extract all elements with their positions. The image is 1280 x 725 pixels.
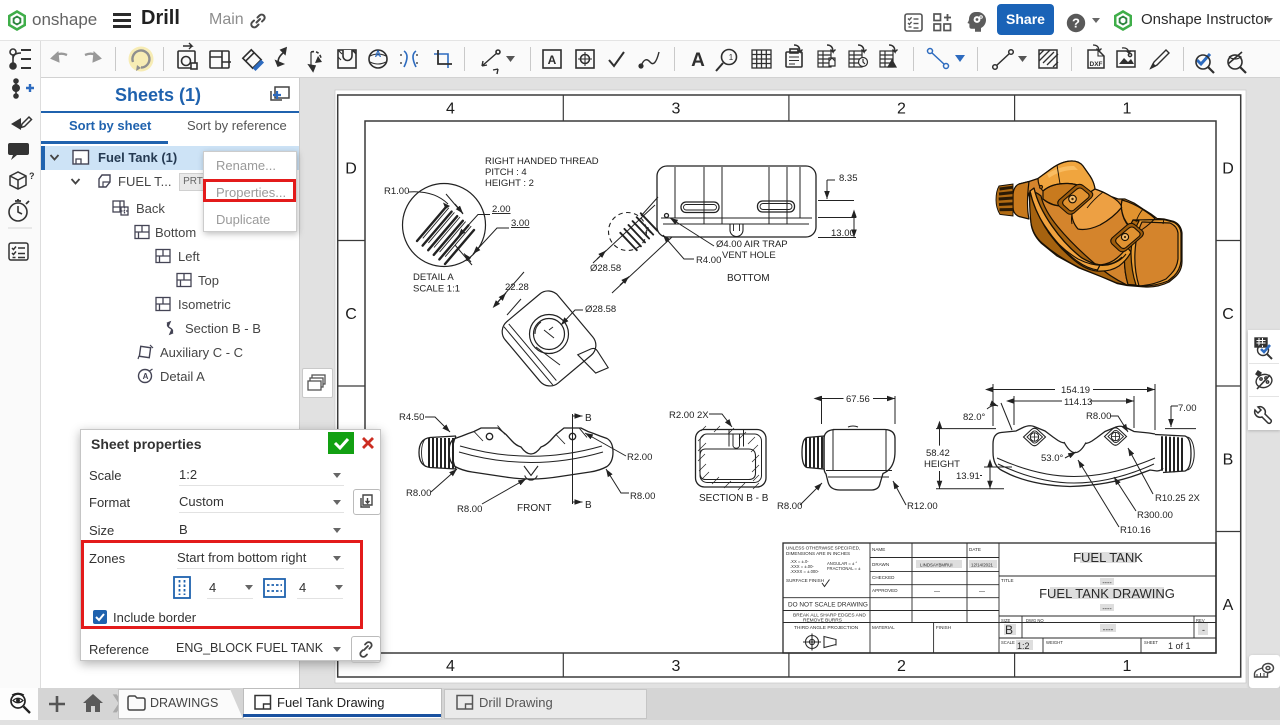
- svg-text:CHECKED: CHECKED: [872, 575, 895, 580]
- svg-text:----: ----: [1102, 606, 1112, 613]
- svg-text:—: —: [934, 589, 940, 595]
- svg-text:FRACTIONAL = ±: FRACTIONAL = ±: [827, 566, 861, 571]
- svg-text:A: A: [1223, 597, 1234, 614]
- svg-text:R2.00 2X: R2.00 2X: [669, 410, 709, 421]
- svg-text:DRAWN: DRAWN: [872, 562, 889, 567]
- svg-text:B: B: [1005, 623, 1013, 637]
- svg-text:8.35: 8.35: [839, 173, 858, 184]
- svg-text:13.00: 13.00: [831, 228, 855, 239]
- svg-text:DIMENSIONS ARE IN INCHES: DIMENSIONS ARE IN INCHES: [786, 551, 850, 556]
- svg-text:2: 2: [897, 658, 906, 675]
- svg-text:PITCH : 4: PITCH : 4: [485, 167, 527, 178]
- svg-text:C: C: [1222, 306, 1234, 323]
- svg-text:----: ----: [1103, 625, 1114, 634]
- svg-text:B: B: [585, 413, 592, 424]
- svg-text:SHEET: SHEET: [1144, 640, 1158, 645]
- svg-text:A: A: [548, 53, 557, 67]
- svg-text:A: A: [375, 49, 382, 59]
- svg-text:TITLE: TITLE: [1001, 578, 1014, 583]
- svg-text:.XXXX = ±.000-: .XXXX = ±.000-: [790, 569, 820, 574]
- svg-text:B: B: [1223, 452, 1234, 469]
- svg-text:APPROVED: APPROVED: [872, 588, 898, 593]
- svg-text:22.28: 22.28: [505, 282, 529, 293]
- svg-text:R8.00: R8.00: [457, 504, 482, 515]
- svg-text:FINISH: FINISH: [936, 625, 951, 630]
- svg-text:B: B: [585, 500, 592, 511]
- svg-text:?: ?: [1072, 16, 1080, 31]
- svg-text:—: —: [979, 589, 985, 595]
- svg-text:Ø28.58: Ø28.58: [590, 263, 621, 274]
- svg-text:4: 4: [446, 658, 455, 675]
- svg-text:R4.00: R4.00: [696, 255, 721, 266]
- svg-text:UNLESS OTHERWISE SPECIFIED,: UNLESS OTHERWISE SPECIFIED,: [786, 546, 860, 551]
- svg-text:R1.00: R1.00: [384, 186, 409, 197]
- svg-text:HEIGHT: HEIGHT: [924, 459, 960, 470]
- svg-text:2.00: 2.00: [492, 204, 511, 215]
- svg-text:67.56: 67.56: [846, 394, 870, 405]
- svg-text:A: A: [645, 225, 651, 235]
- svg-text:R12.00: R12.00: [907, 501, 938, 512]
- svg-text:R10.25 2X: R10.25 2X: [1155, 493, 1201, 504]
- svg-text:A: A: [691, 50, 705, 71]
- svg-text:SCALE: SCALE: [1001, 640, 1015, 645]
- svg-text:SURFACE FINISH: SURFACE FINISH: [786, 578, 824, 583]
- svg-text:R8.00: R8.00: [406, 488, 431, 499]
- svg-text:13.91: 13.91: [956, 471, 980, 482]
- svg-text:R10.16: R10.16: [1120, 525, 1151, 536]
- svg-text:LINDSAYBMRUI: LINDSAYBMRUI: [920, 563, 953, 568]
- svg-text:Ø4.00 AIR TRAP: Ø4.00 AIR TRAP: [716, 239, 788, 250]
- svg-text:RIGHT HANDED THREAD: RIGHT HANDED THREAD: [485, 156, 599, 167]
- svg-text:7.00: 7.00: [1178, 403, 1197, 414]
- svg-text:DETAIL A: DETAIL A: [413, 272, 454, 283]
- svg-text:3: 3: [672, 101, 681, 118]
- svg-text:82.0°: 82.0°: [963, 412, 985, 423]
- svg-text:SCALE 1:1: SCALE 1:1: [413, 284, 460, 295]
- svg-text:DXF: DXF: [1090, 61, 1103, 68]
- svg-text:2: 2: [897, 101, 906, 118]
- svg-text:FUEL TANK: FUEL TANK: [1073, 550, 1143, 565]
- svg-text:A: A: [143, 372, 149, 381]
- svg-text:R8.00: R8.00: [1086, 411, 1111, 422]
- svg-text:REMOVE BURRS: REMOVE BURRS: [803, 618, 842, 624]
- svg-text:1: 1: [1123, 658, 1132, 675]
- svg-text:FUEL TANK DRAWING: FUEL TANK DRAWING: [1039, 586, 1175, 601]
- svg-text:154.19: 154.19: [1061, 385, 1090, 396]
- svg-text:53.0°: 53.0°: [1041, 453, 1063, 464]
- svg-text:MATERIAL: MATERIAL: [872, 625, 895, 630]
- svg-text:58.42: 58.42: [926, 448, 950, 459]
- svg-text:D: D: [1222, 161, 1234, 178]
- svg-text:DWG NO: DWG NO: [1026, 618, 1044, 623]
- svg-text:BOTTOM: BOTTOM: [727, 273, 770, 284]
- svg-text:1 of 1: 1 of 1: [1168, 641, 1191, 651]
- svg-text:R8.00: R8.00: [777, 501, 802, 512]
- svg-text:WEIGHT: WEIGHT: [1046, 640, 1063, 645]
- svg-text:FRONT: FRONT: [517, 503, 551, 514]
- svg-text:1:2: 1:2: [1017, 641, 1030, 651]
- svg-text:D: D: [345, 161, 357, 178]
- svg-text:3: 3: [672, 658, 681, 675]
- svg-text:3.00: 3.00: [511, 218, 530, 229]
- svg-text:REV: REV: [1196, 618, 1205, 623]
- svg-text:R8.00: R8.00: [630, 491, 655, 502]
- svg-text:THIRD ANGLE PROJECTION: THIRD ANGLE PROJECTION: [794, 625, 859, 631]
- svg-text:12/14/2021: 12/14/2021: [971, 563, 994, 568]
- svg-text:NAME: NAME: [872, 547, 885, 552]
- svg-text:DO NOT SCALE DRAWING: DO NOT SCALE DRAWING: [788, 602, 868, 609]
- svg-text:HEIGHT : 2: HEIGHT : 2: [485, 178, 534, 189]
- svg-text:-: -: [1202, 625, 1205, 635]
- svg-text:R4.50: R4.50: [399, 412, 424, 423]
- svg-text:1: 1: [729, 53, 734, 62]
- svg-text:?: ?: [29, 171, 35, 181]
- svg-text:R2.00: R2.00: [627, 452, 652, 463]
- svg-text:4: 4: [446, 101, 455, 118]
- svg-text:DATE: DATE: [969, 547, 981, 552]
- svg-text:SECTION B - B: SECTION B - B: [699, 493, 769, 504]
- svg-text:1: 1: [1123, 101, 1132, 118]
- svg-text:114.13: 114.13: [1064, 397, 1092, 408]
- svg-text:VENT HOLE: VENT HOLE: [722, 250, 776, 261]
- svg-text:C: C: [345, 306, 357, 323]
- svg-text:Ø28.58: Ø28.58: [585, 304, 616, 315]
- svg-text:R300.00: R300.00: [1137, 510, 1173, 521]
